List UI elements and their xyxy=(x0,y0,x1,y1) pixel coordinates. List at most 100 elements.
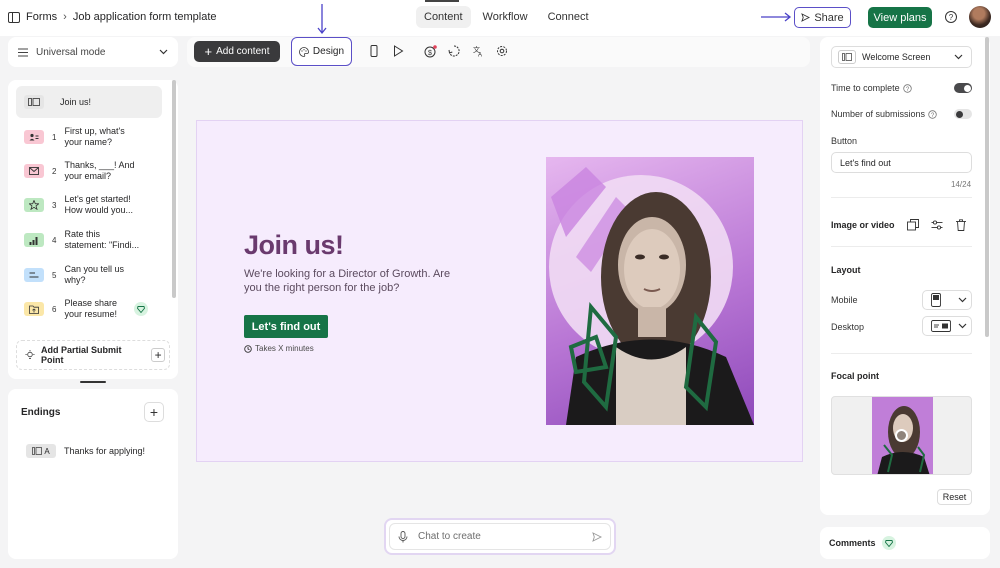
mobile-layout-select[interactable] xyxy=(922,290,972,310)
mobile-label: Mobile xyxy=(831,295,858,305)
endings-title: Endings xyxy=(21,407,61,418)
question-item-3[interactable]: 3 Let's get started! How would you... xyxy=(16,189,162,221)
view-plans-button[interactable]: View plans xyxy=(868,7,932,28)
question-number: 1 xyxy=(52,132,57,142)
svg-text:?: ? xyxy=(949,13,954,22)
plus-icon: + xyxy=(151,348,165,362)
question-label: Let's get started! How would you... xyxy=(64,194,133,215)
welcome-screen-icon xyxy=(838,50,856,64)
reset-focal-button[interactable]: Reset xyxy=(937,489,972,505)
chevron-down-icon xyxy=(159,49,168,55)
question-item-1[interactable]: 1 First up, what's your name? xyxy=(16,121,162,153)
resize-handle[interactable] xyxy=(80,381,106,383)
breadcrumb-root[interactable]: Forms xyxy=(26,11,57,23)
question-list-scrollbar[interactable] xyxy=(172,80,176,298)
mobile-preview-icon[interactable] xyxy=(368,45,380,57)
add-content-button[interactable]: + Add content xyxy=(194,41,280,62)
send-icon[interactable] xyxy=(592,531,602,542)
add-ending-button[interactable]: + xyxy=(144,402,164,422)
time-to-complete-label: Time to complete xyxy=(831,83,900,93)
help-icon[interactable]: ? xyxy=(944,10,958,24)
annotation-arrow-share-icon xyxy=(761,12,792,22)
mail-icon xyxy=(24,164,44,178)
question-number: 2 xyxy=(52,166,57,176)
desktop-label: Desktop xyxy=(831,322,865,332)
add-content-label: Add content xyxy=(216,46,270,57)
design-label: Design xyxy=(312,46,345,57)
adjust-sliders-icon[interactable] xyxy=(931,219,943,231)
comments-section[interactable]: Comments xyxy=(820,527,990,559)
question-item-6[interactable]: 6 Please share your resume! xyxy=(16,293,162,325)
chat-placeholder: Chat to create xyxy=(418,531,481,542)
time-to-complete-toggle[interactable] xyxy=(954,83,972,93)
question-item-5[interactable]: 5 Can you tell us why? xyxy=(16,259,162,291)
premium-diamond-icon xyxy=(134,302,149,316)
question-label: Thanks, ___! And your email? xyxy=(64,160,135,181)
question-item-2[interactable]: 2 Thanks, ___! And your email? xyxy=(16,155,162,187)
translate-icon[interactable]: 文A xyxy=(472,45,484,57)
breadcrumb: Forms › Job application form template xyxy=(8,11,217,23)
screen-type-select[interactable]: Welcome Screen xyxy=(831,46,972,68)
currency-icon[interactable]: $ xyxy=(424,45,437,58)
play-icon[interactable] xyxy=(392,45,404,57)
time-to-complete-note: Takes X minutes xyxy=(244,344,314,353)
palette-icon xyxy=(299,46,309,57)
question-label: Please share your resume! xyxy=(64,298,117,319)
mobile-layout-icon xyxy=(931,293,941,307)
share-button[interactable]: Share xyxy=(794,7,851,28)
tab-workflow[interactable]: Workflow xyxy=(475,6,536,28)
focal-point-picker[interactable] xyxy=(831,396,972,475)
add-partial-submit-point-button[interactable]: Add Partial Submit Point + xyxy=(16,340,170,370)
send-icon xyxy=(801,13,811,22)
design-button[interactable]: Design xyxy=(291,37,352,66)
desktop-layout-select[interactable] xyxy=(922,316,972,336)
image-video-label: Image or video xyxy=(831,220,895,230)
settings-scrollbar[interactable] xyxy=(985,37,989,337)
divider xyxy=(831,353,972,354)
forms-icon[interactable] xyxy=(8,11,20,23)
focal-point-handle[interactable] xyxy=(895,429,908,442)
contact-icon xyxy=(24,130,44,144)
main-tabs: Content Workflow Connect xyxy=(416,6,597,28)
question-item-welcome[interactable]: Join us! xyxy=(16,86,162,118)
ending-icon: A xyxy=(26,444,56,458)
ending-item[interactable]: A Thanks for applying! xyxy=(26,444,145,458)
logic-icon[interactable] xyxy=(448,45,460,57)
question-item-4[interactable]: 4 Rate this statement: "Findi... xyxy=(16,224,162,256)
user-avatar[interactable] xyxy=(969,6,991,28)
comments-label: Comments xyxy=(829,538,876,548)
active-tab-indicator xyxy=(425,0,459,2)
divider xyxy=(831,197,972,198)
partial-submit-label: Add Partial Submit Point xyxy=(41,345,122,365)
question-number: 4 xyxy=(52,235,57,245)
time-to-complete-row: Time to complete ? xyxy=(831,83,912,93)
annotation-arrow-design-icon xyxy=(317,4,327,35)
mode-select[interactable]: Universal mode xyxy=(8,37,178,67)
tab-content[interactable]: Content xyxy=(416,6,471,28)
welcome-screen-icon xyxy=(24,95,44,109)
question-label: Join us! xyxy=(60,96,92,107)
breadcrumb-separator-icon: › xyxy=(63,11,67,23)
question-label: Rate this statement: "Findi... xyxy=(64,229,140,250)
submissions-label: Number of submissions xyxy=(831,109,926,119)
lightbulb-icon xyxy=(25,350,35,360)
settings-gear-icon[interactable] xyxy=(496,45,508,57)
trash-icon[interactable] xyxy=(955,219,967,231)
info-icon: ? xyxy=(903,83,912,93)
microphone-icon[interactable] xyxy=(398,530,408,543)
start-button[interactable]: Let's find out xyxy=(244,315,328,338)
chat-input[interactable]: Chat to create xyxy=(389,523,611,550)
welcome-heading[interactable]: Join us! xyxy=(244,230,344,261)
form-title[interactable]: Job application form template xyxy=(73,11,217,23)
question-label: Can you tell us why? xyxy=(64,264,124,285)
char-count: 14/24 xyxy=(951,180,972,189)
premium-diamond-icon xyxy=(881,536,896,550)
welcome-image[interactable] xyxy=(546,157,754,425)
question-number: 3 xyxy=(52,200,57,210)
button-text-input[interactable]: Let's find out xyxy=(831,152,972,173)
welcome-subtext[interactable]: We're looking for a Director of Growth. … xyxy=(244,267,454,295)
tab-connect[interactable]: Connect xyxy=(540,6,597,28)
text-icon xyxy=(24,268,44,282)
replace-image-icon[interactable] xyxy=(907,219,919,231)
submissions-toggle[interactable] xyxy=(954,109,972,119)
